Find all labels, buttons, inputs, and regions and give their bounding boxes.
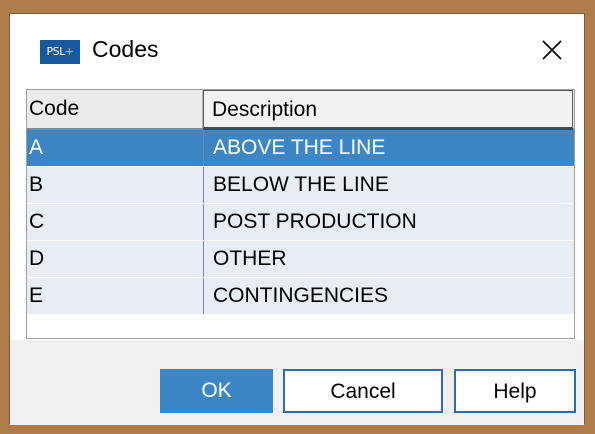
psl-app-icon: PSL+ xyxy=(40,40,80,64)
cell-description: POST PRODUCTION xyxy=(203,204,573,240)
help-button[interactable]: Help xyxy=(454,369,576,413)
table-row[interactable]: C POST PRODUCTION xyxy=(27,204,574,241)
cell-code: E xyxy=(29,284,44,307)
column-header-code[interactable]: Code xyxy=(27,90,203,128)
table-body: A ABOVE THE LINE B BELOW THE LINE C POST PROD… xyxy=(27,130,574,315)
cell-description: ABOVE THE LINE xyxy=(203,130,573,166)
cell-description: BELOW THE LINE xyxy=(203,167,573,203)
ok-button[interactable]: OK xyxy=(160,369,273,413)
app-icon-plus: + xyxy=(64,45,74,58)
cell-code: A xyxy=(29,136,44,159)
table-row[interactable]: D OTHER xyxy=(27,241,574,278)
window-title: Codes xyxy=(92,36,159,62)
cell-description: CONTINGENCIES xyxy=(203,278,573,314)
codes-table: Code Description A ABOVE THE LINE B BELOW T… xyxy=(26,89,575,339)
table-row[interactable]: E CONTINGENCIES xyxy=(27,278,574,315)
table-header: Code Description xyxy=(27,90,574,130)
table-empty-area xyxy=(27,315,574,338)
column-header-description[interactable]: Description xyxy=(203,90,573,130)
cell-code: C xyxy=(29,210,45,233)
title-bar[interactable]: PSL+ Codes xyxy=(10,14,584,86)
codes-dialog: PSL+ Codes Code Description A ABOVE THE L… xyxy=(9,13,585,425)
close-icon xyxy=(542,40,562,60)
table-row[interactable]: B BELOW THE LINE xyxy=(27,167,574,204)
cell-code: D xyxy=(29,247,45,270)
cancel-button[interactable]: Cancel xyxy=(283,369,443,413)
table-row[interactable]: A ABOVE THE LINE xyxy=(27,130,574,167)
cell-description: OTHER xyxy=(203,241,573,277)
app-icon-label: PSL xyxy=(46,45,66,58)
button-bar: OK Cancel Help xyxy=(10,340,584,425)
close-button[interactable] xyxy=(520,14,584,86)
cell-code: B xyxy=(29,173,44,196)
